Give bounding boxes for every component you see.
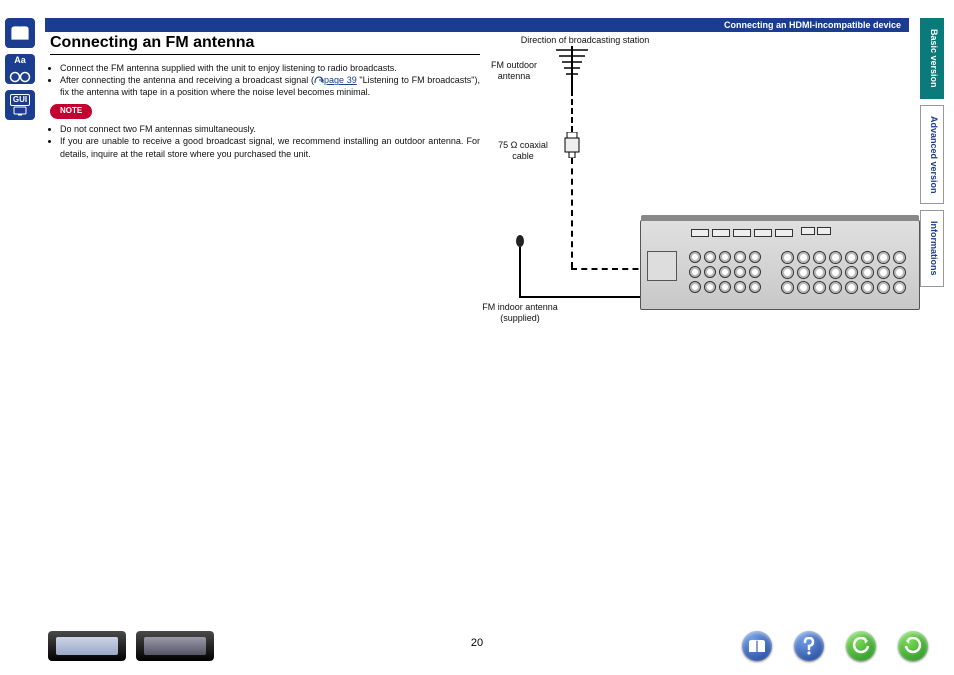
breadcrumb: Connecting an HDMI-incompatible device (724, 20, 901, 30)
note-badge: NOTE (50, 104, 92, 119)
tab-info[interactable]: Informations (920, 210, 944, 287)
page-number: 20 (471, 637, 483, 649)
tab-basic[interactable]: Basic version (920, 18, 944, 99)
gui-label: GUI (10, 94, 30, 106)
label-outdoor: FM outdoor antenna (484, 60, 544, 82)
footer-right (742, 631, 928, 661)
page-title: Connecting an FM antenna (50, 34, 480, 55)
label-coax: 75 Ω coaxial cable (488, 140, 558, 162)
coax-line-lower (571, 158, 573, 268)
gui-icon[interactable]: GUI (5, 90, 35, 120)
indoor-antenna-icon (510, 235, 530, 285)
note-1: Do not connect two FM antennas simultane… (60, 123, 480, 135)
page-link-39[interactable]: page 39 (324, 75, 357, 85)
contents-icon[interactable] (5, 18, 35, 48)
outdoor-antenna-icon (552, 40, 592, 90)
glossary-icon[interactable]: Aa (5, 54, 35, 84)
rear-panel-button[interactable] (136, 631, 214, 661)
tab-advanced[interactable]: Advanced version (920, 105, 944, 205)
indoor-line-h (519, 296, 659, 298)
front-panel-button[interactable] (48, 631, 126, 661)
prev-page-button[interactable] (846, 631, 876, 661)
right-tabs: Basic version Advanced version Informati… (920, 18, 944, 287)
glossary-label: Aa (14, 55, 26, 65)
coax-plug-icon (564, 132, 580, 158)
footer: 20 (0, 621, 954, 661)
contents-button[interactable] (742, 631, 772, 661)
bullet-1: Connect the FM antenna supplied with the… (60, 62, 480, 74)
connection-diagram: Direction of broadcasting station FM out… (490, 40, 910, 330)
rear-panel (640, 220, 920, 310)
left-sidebar: Aa GUI (0, 18, 40, 120)
help-button[interactable] (794, 631, 824, 661)
note-2: If you are unable to receive a good broa… (60, 135, 480, 159)
coax-line-upper (571, 90, 573, 132)
footer-left (48, 631, 214, 661)
next-page-button[interactable] (898, 631, 928, 661)
breadcrumb-bar: Connecting an HDMI-incompatible device (45, 18, 909, 32)
label-indoor: FM indoor antenna (supplied) (470, 302, 570, 324)
bullet-2: After connecting the antenna and receivi… (60, 74, 480, 98)
body-text: Connect the FM antenna supplied with the… (50, 62, 480, 160)
